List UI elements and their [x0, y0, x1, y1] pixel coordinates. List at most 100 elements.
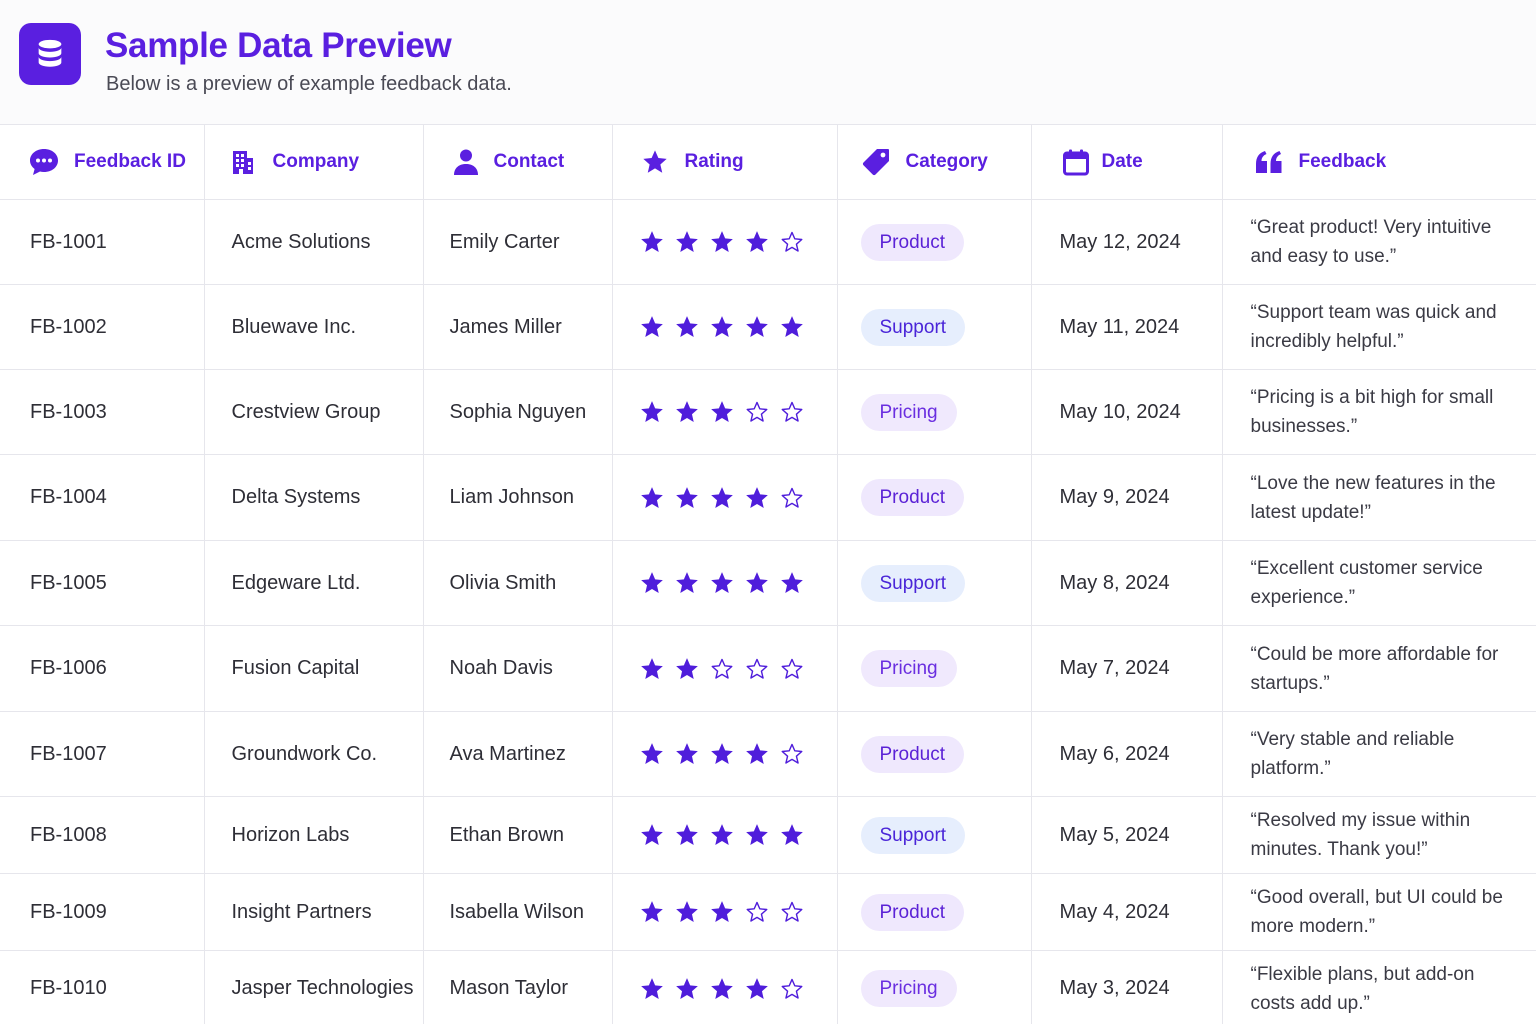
cell-company: Jasper Technologies	[203, 950, 424, 1024]
cell-company: Fusion Capital	[203, 625, 424, 712]
cell-category: Pricing	[836, 369, 1032, 455]
star-filled-icon	[745, 743, 768, 764]
column-header-feedback[interactable]: Feedback	[1221, 124, 1536, 200]
table-row[interactable]: FB-1006 Fusion Capital Noah Davis Pricing Ma…	[0, 625, 1536, 712]
star-rating	[639, 570, 837, 596]
table-row[interactable]: FB-1009 Insight Partners Isabella Wilson Pr…	[0, 873, 1536, 951]
star-filled-icon	[675, 486, 698, 508]
star-filled-icon	[640, 824, 663, 845]
star-filled-icon	[675, 824, 698, 845]
column-label: Category	[905, 151, 988, 172]
column-header-category[interactable]: Category	[836, 124, 1032, 200]
star-filled-icon	[675, 977, 698, 999]
cell-rating	[611, 454, 838, 541]
star-rating	[639, 399, 837, 425]
cell-feedback-id: FB-1001	[0, 199, 205, 285]
star-outline-icon	[781, 978, 802, 999]
table-row[interactable]: FB-1002 Bluewave Inc. James Miller Support M…	[0, 284, 1536, 370]
star-filled-icon	[675, 657, 698, 679]
cell-feedback: “Flexible plans, but add-on costs add up…	[1221, 950, 1536, 1024]
table-header-row: Feedback ID Company Contact Rating Categ…	[0, 124, 1536, 200]
column-label: Company	[272, 151, 360, 172]
star-filled-icon	[710, 977, 733, 999]
star-filled-icon	[710, 401, 733, 422]
cell-company: Insight Partners	[203, 873, 424, 951]
star-filled-icon	[745, 486, 768, 508]
cell-contact: Ava Martinez	[422, 711, 613, 797]
table-body: FB-1001 Acme Solutions Emily Carter Product…	[0, 199, 1536, 1024]
cell-date: May 10, 2024	[1030, 369, 1223, 455]
column-label: Feedback ID	[74, 151, 186, 172]
star-filled-icon	[640, 401, 663, 422]
star-outline-icon	[781, 487, 802, 508]
star-outline-icon	[781, 401, 802, 422]
star-filled-icon	[640, 901, 663, 922]
cell-feedback-id: FB-1006	[0, 625, 205, 712]
cell-date: May 11, 2024	[1030, 284, 1223, 370]
star-outline-icon	[781, 231, 802, 252]
cell-feedback: “Could be more affordable for startups.”	[1221, 625, 1536, 712]
column-header-feedback-id[interactable]: Feedback ID	[0, 124, 205, 200]
cell-feedback: “Support team was quick and incredibly h…	[1221, 284, 1536, 370]
cell-feedback-id: FB-1008	[0, 796, 205, 874]
star-filled-icon	[710, 572, 733, 593]
category-badge: Product	[860, 735, 964, 773]
star-filled-icon	[710, 316, 733, 337]
star-outline-icon	[746, 658, 767, 679]
feedback-table: Feedback ID Company Contact Rating Categ…	[0, 124, 1536, 1024]
column-label: Contact	[493, 151, 565, 172]
cell-category: Product	[836, 873, 1032, 951]
chat-bubble-icon	[28, 146, 60, 178]
cell-feedback-id: FB-1005	[0, 540, 205, 626]
cell-rating	[611, 540, 838, 626]
category-badge: Product	[860, 479, 964, 516]
table-row[interactable]: FB-1004 Delta Systems Liam Johnson Product M…	[0, 454, 1536, 541]
table-row[interactable]: FB-1005 Edgeware Ltd. Olivia Smith Support M…	[0, 540, 1536, 626]
star-filled-icon	[745, 316, 768, 337]
table-row[interactable]: FB-1008 Horizon Labs Ethan Brown Support May…	[0, 796, 1536, 874]
cell-contact: Olivia Smith	[422, 540, 613, 626]
category-badge: Support	[860, 816, 966, 854]
cell-rating	[611, 199, 838, 285]
cell-rating	[611, 873, 838, 951]
column-label: Date	[1101, 151, 1143, 172]
column-header-date[interactable]: Date	[1030, 124, 1223, 200]
star-rating	[639, 741, 837, 767]
table-row[interactable]: FB-1003 Crestview Group Sophia Nguyen Prici…	[0, 369, 1536, 455]
cell-date: May 9, 2024	[1030, 454, 1223, 541]
cell-date: May 7, 2024	[1030, 625, 1223, 712]
star-filled-icon	[640, 572, 663, 593]
star-filled-icon	[675, 743, 698, 764]
star-outline-icon	[781, 743, 802, 764]
cell-rating	[611, 625, 838, 712]
star-filled-icon	[675, 401, 698, 422]
star-filled-icon	[745, 824, 768, 845]
cell-category: Pricing	[836, 950, 1032, 1024]
table-row[interactable]: FB-1010 Jasper Technologies Mason Taylor Pr…	[0, 950, 1536, 1024]
star-filled-icon	[640, 657, 663, 679]
star-outline-icon	[781, 658, 802, 679]
cell-company: Edgeware Ltd.	[203, 540, 424, 626]
page-header: Sample Data Preview Below is a preview o…	[0, 0, 1536, 124]
cell-company: Bluewave Inc.	[203, 284, 424, 370]
cell-feedback-id: FB-1003	[0, 369, 205, 455]
table-row[interactable]: FB-1001 Acme Solutions Emily Carter Product…	[0, 199, 1536, 285]
star-filled-icon	[780, 572, 803, 593]
cell-feedback-id: FB-1010	[0, 950, 205, 1024]
cell-feedback: “Excellent customer service experience.”	[1221, 540, 1536, 626]
cell-feedback: “Very stable and reliable platform.”	[1221, 711, 1536, 797]
category-badge: Pricing	[860, 393, 957, 431]
star-filled-icon	[675, 231, 698, 252]
cell-contact: Emily Carter	[422, 199, 613, 285]
star-rating	[639, 485, 837, 511]
cell-rating	[611, 284, 838, 370]
cell-feedback: “Pricing is a bit high for small busines…	[1221, 369, 1536, 455]
column-header-company[interactable]: Company	[203, 124, 424, 200]
cell-date: May 6, 2024	[1030, 711, 1223, 797]
tag-icon	[860, 146, 892, 178]
column-header-rating[interactable]: Rating	[611, 124, 838, 200]
cell-feedback: “Good overall, but UI could be more mode…	[1221, 873, 1536, 951]
table-row[interactable]: FB-1007 Groundwork Co. Ava Martinez Product…	[0, 711, 1536, 797]
column-header-contact[interactable]: Contact	[422, 124, 613, 200]
star-filled-icon	[710, 824, 733, 845]
